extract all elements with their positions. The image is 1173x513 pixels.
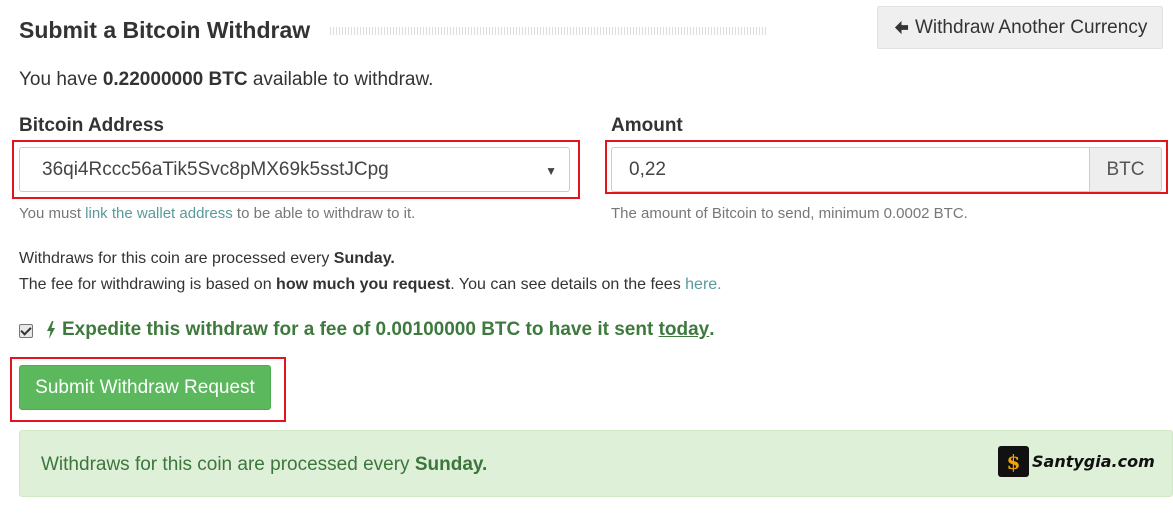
alert-prefix: Withdraws for this coin are processed ev…: [41, 454, 410, 475]
amount-input[interactable]: [611, 147, 1090, 192]
submit-withdraw-button[interactable]: Submit Withdraw Request: [19, 365, 271, 410]
alert-text: Withdraws for this coin are processed ev…: [41, 454, 487, 476]
bitcoin-address-label: Bitcoin Address: [19, 115, 164, 136]
address-help-prefix: You must: [19, 205, 81, 222]
expedite-option-label[interactable]: Expedite this withdraw for a fee of 0.00…: [46, 319, 715, 341]
address-help-text: You must link the wallet address to be a…: [19, 205, 415, 222]
expedite-today: today: [658, 319, 710, 340]
bitcoin-address-select[interactable]: 36qi4Rccc56aTik5Svc8pMX69k5sstJCpg ▼: [19, 147, 570, 192]
back-button-label: Withdraw Another Currency: [915, 16, 1148, 38]
expedite-text: Expedite this withdraw for a fee of 0.00…: [62, 319, 654, 340]
amount-help-text: The amount of Bitcoin to send, minimum 0…: [611, 205, 968, 222]
balance-suffix: available to withdraw.: [252, 69, 434, 90]
schedule-day: Sunday.: [333, 250, 395, 267]
link-wallet-address-link[interactable]: link the wallet address: [85, 205, 233, 222]
fee-info-bold: how much you request: [276, 276, 451, 293]
selected-address: 36qi4Rccc56aTik5Svc8pMX69k5sstJCpg: [42, 158, 389, 180]
expedite-checkbox[interactable]: [19, 324, 33, 338]
title-divider: [330, 27, 768, 35]
balance-amount: 0.22000000 BTC: [102, 69, 248, 90]
fee-info-prefix: The fee for withdrawing is based on: [19, 276, 272, 293]
amount-label: Amount: [611, 115, 683, 136]
fee-info-middle: . You can see details on the fees: [450, 276, 681, 293]
currency-unit-addon: BTC: [1089, 147, 1162, 192]
withdraw-another-currency-button[interactable]: Withdraw Another Currency: [877, 6, 1163, 49]
available-balance: You have 0.22000000 BTC available to wit…: [19, 69, 433, 91]
watermark-text: Santygia.com: [1032, 452, 1155, 471]
dollar-logo-icon: $: [998, 446, 1029, 477]
address-help-suffix: to be able to withdraw to it.: [236, 205, 416, 222]
alert-day: Sunday.: [414, 454, 488, 475]
watermark-logo: $ Santygia.com: [998, 446, 1155, 477]
expedite-period: .: [709, 319, 715, 340]
bolt-icon: [47, 321, 55, 339]
fee-info-text: The fee for withdrawing is based on how …: [19, 276, 722, 294]
fees-here-link[interactable]: here.: [685, 276, 721, 293]
balance-prefix: You have: [19, 69, 98, 90]
chevron-down-icon: ▼: [545, 164, 557, 178]
page-title: Submit a Bitcoin Withdraw: [19, 17, 311, 43]
arrow-left-icon: [894, 20, 909, 35]
schedule-prefix: Withdraws for this coin are processed ev…: [19, 250, 330, 267]
processing-schedule-text: Withdraws for this coin are processed ev…: [19, 250, 395, 268]
